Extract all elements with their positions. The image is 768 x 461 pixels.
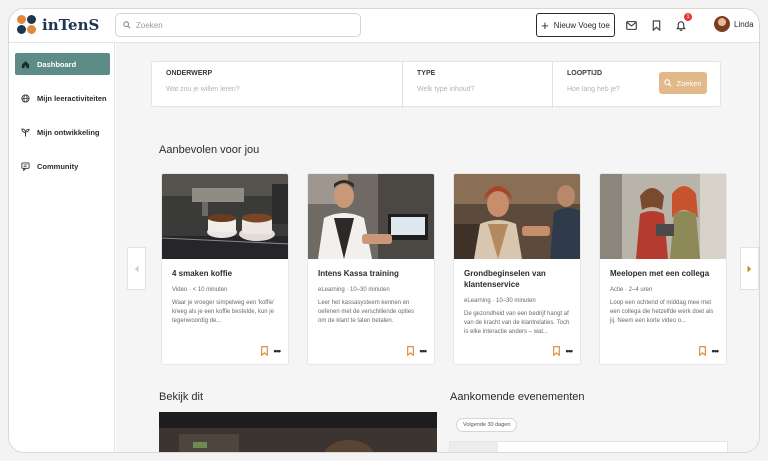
search-placeholder: Zoeken [136,20,163,30]
card-image [162,174,288,259]
course-card[interactable]: 4 smaken koffie Video · < 10 minuten Waa… [161,173,289,365]
plus-icon: + [541,17,549,33]
bell-icon[interactable]: 1 [674,13,692,32]
events-section-title: Aankomende evenementen [450,391,585,403]
card-title: Meelopen met een collega [610,269,710,278]
avatar[interactable] [714,16,730,32]
search-icon [123,21,131,29]
more-options-icon[interactable]: ••• [274,346,282,356]
chat-icon [21,161,30,171]
globe-icon [21,93,30,103]
card-description: Waar je vroeger simpelweg een 'koffie' k… [172,299,275,325]
card-actions: ••• [406,346,428,356]
event-date-block [450,442,498,452]
event-card[interactable] [449,441,728,452]
logo-icon [17,15,37,35]
sidebar-item-label: Community [37,161,79,171]
sidebar: Dashboard Mijn leeractiviteiten Mijn ont… [9,43,115,452]
card-actions: ••• [260,346,282,356]
sidebar-item-mijn-ontwikkeling[interactable]: Mijn ontwikkeling [15,121,110,143]
card-title: Grondbeginselen van klantenservice [464,269,546,289]
card-description: Loop een ochtend of middag mee met een c… [610,299,714,325]
course-card[interactable]: Intens Kassa training eLearning · 10–30 … [307,173,435,365]
watch-section-title: Bekijk dit [159,391,204,403]
search-icon [664,79,673,87]
bookmark-icon[interactable] [698,346,706,356]
filter-onderwerp-label: ONDERWERP [166,70,213,77]
filter-type-placeholder: Welk type inhoud? [417,86,475,93]
more-options-icon[interactable]: ••• [712,346,720,356]
bookmark-icon[interactable] [260,346,268,356]
zoeken-button-label: Zoeken [676,78,702,88]
sprout-icon [21,127,30,137]
card-meta: Video · < 10 minuten [172,286,228,293]
carousel-prev-button[interactable] [127,247,146,290]
recommended-section-title: Aanbevolen voor jou [159,144,260,156]
bookmark-icon[interactable] [406,346,414,356]
card-image [308,174,434,259]
more-options-icon[interactable]: ••• [566,346,574,356]
card-image [454,174,580,259]
sidebar-item-dashboard[interactable]: Dashboard [15,53,110,75]
zoeken-button[interactable]: Zoeken [659,72,707,94]
filter-onderwerp-placeholder: Wat zou je willen leren? [166,86,240,93]
card-image [600,174,726,259]
home-icon [21,60,30,68]
app-window: inTenS Zoeken + Nieuw Voeg toe 1 Linda D… [8,8,760,453]
main-content: ONDERWERP Wat zou je willen leren? TYPE … [116,43,759,452]
logo[interactable]: inTenS [17,15,99,35]
filter-type[interactable]: TYPE Welk type inhoud? [402,62,552,108]
carousel-next-button[interactable] [740,247,759,290]
search-filter-bar: ONDERWERP Wat zou je willen leren? TYPE … [151,61,721,108]
chevron-right-icon [747,265,752,272]
course-card[interactable]: Meelopen met een collega Actie · 2–4 ure… [599,173,727,365]
chevron-left-icon [134,265,139,272]
logo-text: inTenS [42,16,100,34]
sidebar-item-community[interactable]: Community [15,155,110,177]
search-input[interactable]: Zoeken [115,13,361,37]
date-filter-chip[interactable]: Volgende 30 dagen [456,418,518,432]
bookmark-icon[interactable] [552,346,560,356]
filter-looptijd-placeholder: Hoe lang heb je? [567,86,620,93]
mail-icon[interactable] [624,18,638,32]
course-card[interactable]: Grondbeginselen van klantenservice eLear… [453,173,581,365]
card-description: Leer het kassasysteem kennen en oefenen … [318,299,415,325]
card-meta: eLearning · 10–30 minuten [464,297,536,304]
filter-onderwerp[interactable]: ONDERWERP Wat zou je willen leren? [152,62,402,108]
sidebar-item-label: Mijn ontwikkeling [37,127,100,137]
card-actions: ••• [552,346,574,356]
card-meta: eLearning · 10–30 minuten [318,286,390,293]
bookmark-icon[interactable] [649,18,663,32]
filter-looptijd-label: LOOPTIJD [567,70,603,77]
card-actions: ••• [698,346,720,356]
card-description: De gezondheid van een bedrijf hangt af v… [464,310,570,336]
more-options-icon[interactable]: ••• [420,346,428,356]
filter-type-label: TYPE [417,70,436,77]
new-add-button-label: Nieuw Voeg toe [553,20,610,30]
filter-looptijd[interactable]: LOOPTIJD Hoe lang heb je? [552,62,647,108]
user-name[interactable]: Linda [734,20,754,29]
sidebar-item-label: Dashboard [37,59,77,69]
sidebar-item-mijn-leeractiviteiten[interactable]: Mijn leeractiviteiten [15,87,110,109]
notification-badge: 1 [684,13,692,21]
video-thumbnail[interactable] [159,412,437,452]
card-meta: Actie · 2–4 uren [610,286,653,293]
top-bar: inTenS Zoeken + Nieuw Voeg toe 1 Linda [9,9,759,43]
sidebar-item-label: Mijn leeractiviteiten [37,93,107,103]
card-title: 4 smaken koffie [172,269,233,278]
new-add-button[interactable]: + Nieuw Voeg toe [536,13,615,37]
card-title: Intens Kassa training [318,269,399,278]
